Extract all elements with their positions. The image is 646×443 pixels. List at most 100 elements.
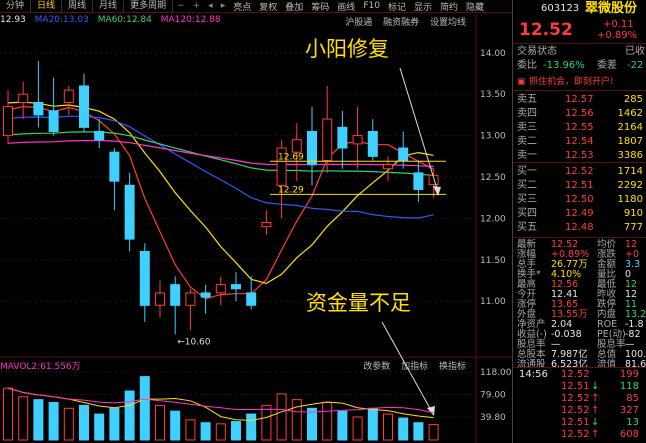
weibi-value: -13.96% <box>543 60 585 71</box>
volume-bar <box>185 419 196 441</box>
volume-bar <box>18 396 29 441</box>
tool-hide[interactable]: 隐藏 <box>462 0 488 13</box>
switch-indicator-button[interactable]: 换指标 <box>439 362 466 372</box>
tab-minute[interactable]: 分钟 <box>0 0 32 13</box>
last-price: 12.52 <box>519 20 573 40</box>
period-toolbar: 分钟 日线 周线 月线 更多周期 − + ◂ ▸ 亮点 复权 叠加 筹码 画线 … <box>0 0 512 13</box>
volume-bar <box>383 413 393 441</box>
volume-bar <box>352 416 363 441</box>
tool-draw[interactable]: 画线 <box>333 0 359 13</box>
price-tick-label: 12.50 <box>480 173 506 183</box>
tick-price: 12.52 <box>561 429 590 440</box>
kline-chart[interactable]: 14.00 13.50 13.00 12.50 12.00 11.50 11.00 12.69… <box>0 0 512 443</box>
tick-row: 12.52 ↑ 608 <box>513 429 646 441</box>
volume-bar <box>291 399 302 441</box>
ask-label: 卖一 <box>517 150 537 161</box>
tool-overlay[interactable]: 叠加 <box>281 0 307 13</box>
volume-bar <box>33 399 44 441</box>
open-account-banner[interactable]: ▣ 抓住机会，即刻开户! <box>513 75 646 89</box>
sub-toolbar: 沪股通 融资融券 设置均线 <box>337 15 466 28</box>
volume-bar <box>79 404 89 441</box>
tick-price: 12.52 <box>561 405 590 416</box>
price-tick-label: 11.50 <box>480 256 506 266</box>
ask-price: 12.55 <box>565 122 594 133</box>
tool-simple[interactable]: 简约 <box>436 0 462 13</box>
candle-body <box>79 85 89 128</box>
ask-row: 卖一 12.53 3386 <box>513 149 646 163</box>
volume-tick-label: 79.00 <box>480 390 506 400</box>
tick-time: 14:56 <box>519 369 548 380</box>
volume-bar <box>398 417 409 441</box>
tool-highlight[interactable]: 亮点 <box>229 0 255 13</box>
left-arrow-icon[interactable]: ◂ <box>204 1 217 11</box>
tool-chips[interactable]: 筹码 <box>307 0 333 13</box>
ask-label: 卖二 <box>517 136 537 147</box>
bid-volume: 910 <box>623 208 643 219</box>
volume-bar <box>109 407 120 441</box>
bid-row: 买二 12.51 2292 <box>513 179 646 193</box>
tick-volume: 118 <box>619 381 639 392</box>
candle-body <box>155 292 165 306</box>
banner-icon: ▣ <box>517 77 526 87</box>
volume-bar <box>3 387 13 441</box>
annotation-top: 小阳修复 <box>305 37 389 61</box>
quote-panel: 603123 翠微股份 12.52 +0.11 +0.89% 交易状态 已收 委… <box>512 0 646 443</box>
candle-body <box>109 151 120 182</box>
tick-row: 12.52 ↑ 85 <box>513 393 646 405</box>
tab-more-periods[interactable]: 更多周期 <box>124 0 174 13</box>
ma-settings-button[interactable]: 设置均线 <box>430 18 466 28</box>
minus-icon[interactable]: − <box>173 1 189 11</box>
right-arrow-icon[interactable]: ▸ <box>217 1 230 11</box>
bid-price: 12.49 <box>565 208 594 219</box>
bid-row: 买五 12.48 777 <box>513 221 646 235</box>
ask-label: 卖四 <box>517 108 537 119</box>
price-tick-label: 12.00 <box>480 214 506 224</box>
volume-tools: 改参数 加指标 换指标 <box>355 359 466 372</box>
bid-volume: 2292 <box>617 180 643 191</box>
ma120-label: MA120:12.88 <box>160 15 221 25</box>
tab-weekly[interactable]: 周线 <box>62 0 94 13</box>
add-indicator-button[interactable]: 加指标 <box>401 362 428 372</box>
volume-bar <box>261 404 272 441</box>
volume-bar <box>413 422 424 441</box>
tool-display[interactable]: 显示 <box>410 0 436 13</box>
candle-body <box>48 110 59 132</box>
tool-mark[interactable]: 标记 <box>384 0 410 13</box>
trade-status-value: 已收 <box>625 46 645 57</box>
support-label: 12.29 <box>278 185 304 195</box>
candle-body <box>398 147 409 161</box>
bid-label: 买二 <box>517 180 537 191</box>
candle-body <box>231 284 241 290</box>
margin-trading-button[interactable]: 融资融券 <box>383 18 419 28</box>
annotation-bottom: 资金量不足 <box>306 291 411 315</box>
ask-row: 卖三 12.55 2164 <box>513 121 646 135</box>
tab-monthly[interactable]: 月线 <box>93 0 125 13</box>
kline-chart-area[interactable]: 14.00 13.50 13.00 12.50 12.00 11.50 11.00 12.69… <box>0 0 512 443</box>
tick-row: 14:56 12.52 199 <box>513 369 646 381</box>
tick-volume: 13 <box>626 417 639 428</box>
weicha-label: 委差 <box>597 60 617 71</box>
change-params-button[interactable]: 改参数 <box>363 362 390 372</box>
stock-code: 603123 <box>541 3 580 14</box>
price-tick-label: 11.00 <box>480 297 506 307</box>
tab-daily[interactable]: 日线 <box>31 0 63 13</box>
tool-adjust[interactable]: 复权 <box>255 0 281 13</box>
volume-bar <box>276 393 287 441</box>
bid-price: 12.48 <box>565 222 594 233</box>
resistance-label: 12.69 <box>278 152 304 162</box>
ask-row: 卖二 12.54 1807 <box>513 135 646 149</box>
tool-f10[interactable]: F10 <box>359 1 384 11</box>
arrowhead-bottom <box>427 406 435 416</box>
ask-volume: 2164 <box>617 122 643 133</box>
plus-icon[interactable]: + <box>189 1 205 11</box>
tick-arrow: ↑ <box>591 405 600 416</box>
candle-body <box>383 164 393 170</box>
volume-bar <box>428 424 439 441</box>
candle-body <box>367 130 378 157</box>
hk-connect-button[interactable]: 沪股通 <box>345 18 372 28</box>
volume-bar <box>155 404 165 441</box>
volume-bar <box>246 413 257 441</box>
candle-body <box>185 292 196 306</box>
price-tick-label: 14.00 <box>480 49 506 59</box>
banner-text[interactable]: 抓住机会，即刻开户! <box>529 75 614 89</box>
